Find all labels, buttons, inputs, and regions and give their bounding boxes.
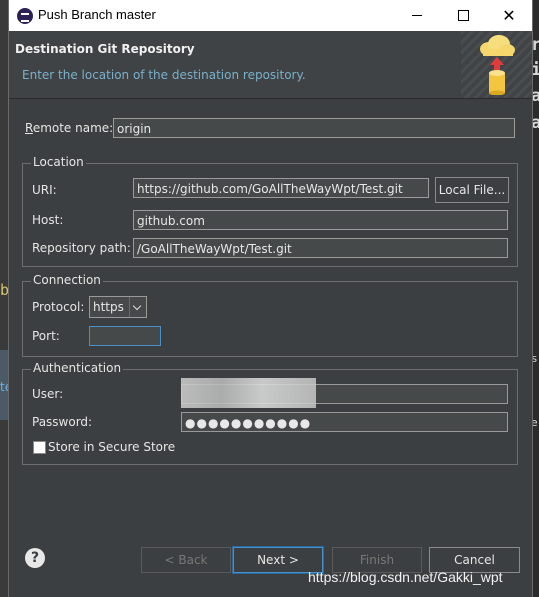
repository-path-field[interactable]: /GoAllTheWayWpt/Test.git	[133, 238, 508, 258]
port-field[interactable]	[89, 326, 161, 346]
authentication-group-title: Authentication	[31, 361, 124, 375]
push-branch-dialog: Push Branch master ✕ Destination Git Rep…	[8, 0, 533, 597]
close-button[interactable]: ✕	[486, 0, 532, 31]
uri-label: URI:	[32, 183, 57, 197]
git-push-cloud-icon	[480, 35, 515, 95]
maximize-button[interactable]	[440, 0, 486, 31]
password-label: Password:	[32, 415, 93, 429]
background-fragment-te: te	[0, 380, 8, 394]
protocol-select[interactable]: https	[89, 296, 147, 318]
minimize-button[interactable]	[394, 0, 440, 31]
remote-name-label-text: emote name:	[32, 121, 114, 135]
protocol-label: Protocol:	[32, 300, 85, 314]
port-label: Port:	[32, 329, 60, 343]
window-title: Push Branch master	[38, 7, 156, 22]
help-icon[interactable]: ?	[25, 548, 45, 568]
page-description: Enter the location of the destination re…	[22, 68, 306, 82]
store-secure-checkbox[interactable]	[33, 441, 46, 454]
local-file-button[interactable]: Local File...	[435, 177, 509, 203]
remote-name-field[interactable]: origin	[113, 118, 515, 138]
protocol-selected-value: https	[93, 300, 124, 314]
repository-path-label: Repository path:	[32, 241, 131, 255]
back-button[interactable]: < Back	[141, 547, 231, 573]
watermark: https://blog.csdn.net/Gakki_wpt	[308, 569, 503, 585]
redaction-blur	[181, 378, 316, 408]
wizard-banner: Destination Git Repository Enter the loc…	[9, 31, 532, 99]
user-label: User:	[32, 387, 64, 401]
store-secure-label: Store in Secure Store	[48, 440, 176, 454]
chevron-down-icon	[129, 297, 146, 317]
password-field[interactable]: ●●●●●●●●●●●	[181, 412, 508, 432]
host-label: Host:	[32, 213, 64, 227]
title-bar: Push Branch master ✕	[9, 0, 532, 31]
background-fragment-b: b	[0, 281, 10, 299]
close-icon: ✕	[502, 6, 516, 25]
location-group-title: Location	[31, 155, 86, 169]
page-title: Destination Git Repository	[15, 42, 195, 56]
minimize-icon	[412, 15, 422, 16]
uri-field[interactable]: https://github.com/GoAllTheWayWpt/Test.g…	[133, 178, 429, 198]
remote-name-label: Remote name:	[25, 121, 114, 135]
maximize-icon	[457, 10, 469, 21]
eclipse-icon	[17, 8, 33, 24]
host-field[interactable]: github.com	[133, 210, 508, 230]
connection-group-title: Connection	[31, 273, 103, 287]
